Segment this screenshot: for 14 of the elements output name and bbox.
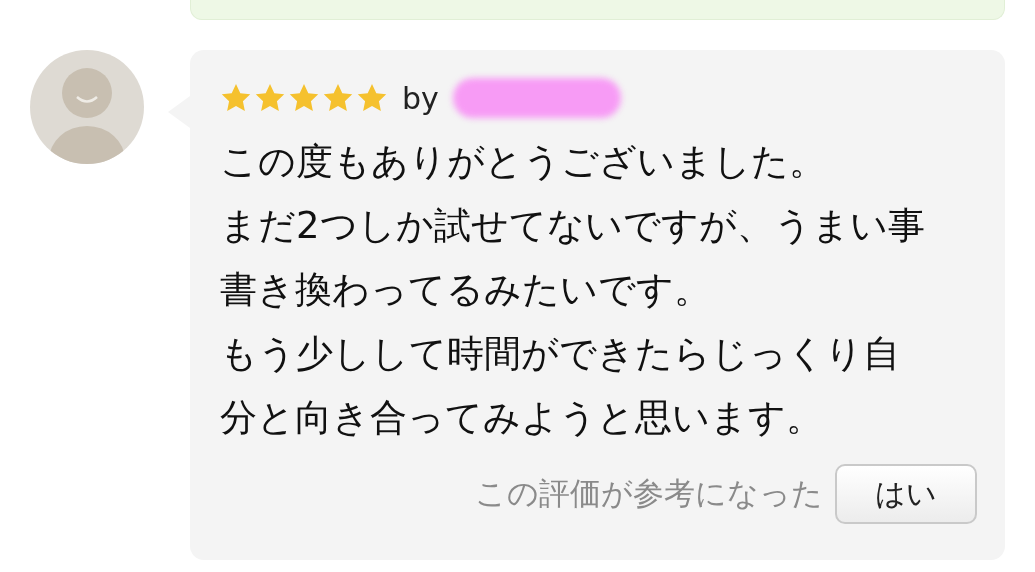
review-text: 分と向き合ってみようと思います。: [220, 395, 823, 441]
star-icon: [254, 83, 286, 113]
review-text: まだ2つしか試せてないですが、うまい事: [220, 203, 925, 249]
helpful-prompt: この評価が参考になった: [475, 474, 823, 513]
author-label: by: [402, 80, 439, 116]
yes-button[interactable]: はい: [835, 464, 977, 524]
star-icon: [322, 83, 354, 113]
avatar-icon: [30, 50, 144, 164]
review-text: この度もありがとうございました。: [220, 139, 826, 185]
star-icon: [356, 83, 388, 113]
star-icon: [220, 83, 252, 113]
review-text: もう少しして時間ができたらじっくり自: [220, 331, 900, 377]
review-text: 書き換わってるみたいです。: [220, 267, 711, 313]
star-icon: [288, 83, 320, 113]
